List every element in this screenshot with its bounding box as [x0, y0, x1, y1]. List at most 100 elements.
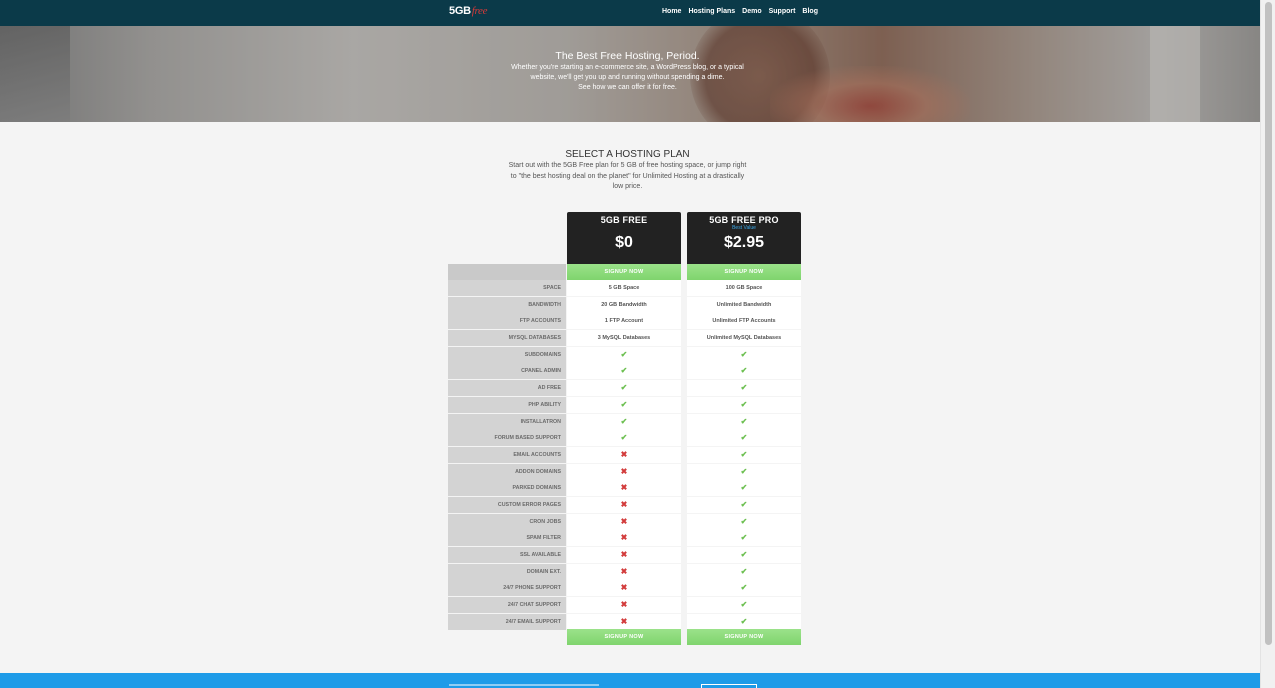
hero-banner: The Best Free Hosting, Period. Whether y… — [0, 26, 1260, 122]
check-icon: ✔ — [567, 346, 681, 363]
nav-links: Home Hosting Plans Demo Support Blog — [662, 8, 818, 15]
footer-text — [449, 684, 599, 686]
nav-blog[interactable]: Blog — [802, 8, 818, 15]
check-icon: ✔ — [687, 563, 801, 580]
plan-header-pro: 5GB FREE PRO Best Value $2.95 — [687, 212, 801, 264]
cross-icon: ✖ — [567, 580, 681, 597]
hero-line-2: website, we'll get you up and running wi… — [530, 74, 725, 81]
nav-support[interactable]: Support — [769, 8, 796, 15]
nav-demo[interactable]: Demo — [742, 8, 761, 15]
feature-label: SUBDOMAINS — [448, 346, 566, 363]
cross-icon: ✖ — [567, 530, 681, 547]
check-icon: ✔ — [687, 446, 801, 463]
section-subtitle: Start out with the 5GB Free plan for 5 G… — [495, 161, 760, 193]
check-icon: ✔ — [687, 363, 801, 380]
check-icon: ✔ — [687, 413, 801, 430]
feature-label: BANDWIDTH — [448, 296, 566, 313]
feature-label: FTP ACCOUNTS — [448, 313, 566, 330]
feature-label: PARKED DOMAINS — [448, 480, 566, 497]
check-icon: ✔ — [687, 480, 801, 497]
vertical-scrollbar[interactable] — [1260, 0, 1275, 688]
feature-label: FORUM BASED SUPPORT — [448, 430, 566, 447]
nav-hosting-plans[interactable]: Hosting Plans — [688, 8, 735, 15]
section-line-1: Start out with the 5GB Free plan for 5 G… — [508, 162, 747, 169]
feature-label: MYSQL DATABASES — [448, 330, 566, 347]
feature-label: 24/7 CHAT SUPPORT — [448, 597, 566, 614]
check-icon: ✔ — [687, 613, 801, 630]
cross-icon: ✖ — [567, 496, 681, 513]
top-navbar: 5GBfree Home Hosting Plans Demo Support … — [0, 0, 1260, 26]
cross-icon: ✖ — [567, 463, 681, 480]
plan-name: 5GB FREE PRO — [709, 215, 779, 225]
feature-value: 100 GB Space — [687, 280, 801, 296]
plan-tag — [567, 225, 681, 232]
feature-label: AD FREE — [448, 380, 566, 397]
check-icon: ✔ — [687, 496, 801, 513]
cross-icon: ✖ — [567, 513, 681, 530]
nav-home[interactable]: Home — [662, 8, 681, 15]
plan-header-free: 5GB FREE $0 — [567, 212, 681, 264]
feature-label: CUSTOM ERROR PAGES — [448, 496, 566, 513]
feature-label: PHP ABILITY — [448, 396, 566, 413]
feature-value: 5 GB Space — [567, 280, 681, 296]
check-icon: ✔ — [687, 396, 801, 413]
feature-label: 24/7 EMAIL SUPPORT — [448, 613, 566, 630]
cross-icon: ✖ — [567, 480, 681, 497]
feature-label: CPANEL ADMIN — [448, 363, 566, 380]
feature-label: EMAIL ACCOUNTS — [448, 446, 566, 463]
check-icon: ✔ — [687, 513, 801, 530]
feature-value: Unlimited FTP Accounts — [687, 313, 801, 330]
check-icon: ✔ — [687, 530, 801, 547]
signup-button-free-top[interactable]: SIGNUP NOW — [567, 264, 681, 280]
cross-icon: ✖ — [567, 446, 681, 463]
feature-value: Unlimited Bandwidth — [687, 296, 801, 313]
check-icon: ✔ — [567, 413, 681, 430]
check-icon: ✔ — [687, 547, 801, 563]
logo-text: 5GB — [449, 5, 471, 17]
footer-button[interactable] — [701, 684, 757, 688]
feature-label: ADDON DOMAINS — [448, 463, 566, 480]
check-icon: ✔ — [687, 463, 801, 480]
signup-button-free-bottom[interactable]: SIGNUP NOW — [567, 629, 681, 645]
label-column-header — [448, 264, 566, 280]
signup-button-pro-bottom[interactable]: SIGNUP NOW — [687, 629, 801, 645]
site-logo[interactable]: 5GBfree — [449, 5, 488, 17]
feature-value: 3 MySQL Databases — [567, 330, 681, 347]
footer-bar — [0, 673, 1260, 688]
check-icon: ✔ — [687, 430, 801, 447]
hero-title: The Best Free Hosting, Period. — [555, 50, 700, 62]
check-icon: ✔ — [687, 380, 801, 397]
feature-label: 24/7 PHONE SUPPORT — [448, 580, 566, 597]
cross-icon: ✖ — [567, 563, 681, 580]
plan-price: $2.95 — [723, 234, 765, 251]
section-title: SELECT A HOSTING PLAN — [565, 149, 690, 160]
check-icon: ✔ — [687, 346, 801, 363]
cross-icon: ✖ — [567, 613, 681, 630]
section-line-3: low price. — [612, 183, 643, 190]
feature-label: SPAM FILTER — [448, 530, 566, 547]
check-icon: ✔ — [687, 597, 801, 614]
check-icon: ✔ — [567, 363, 681, 380]
hero-line-3: See how we can offer it for free. — [578, 84, 677, 91]
check-icon: ✔ — [567, 380, 681, 397]
section-line-2: to "the best hosting deal on the planet"… — [510, 172, 745, 180]
feature-label: SSL AVAILABLE — [448, 547, 566, 563]
hero-line-1: Whether you're starting an e-commerce si… — [511, 64, 744, 71]
plan-price: $0 — [615, 234, 633, 251]
best-value-badge: Best Value — [732, 225, 756, 231]
check-icon: ✔ — [567, 430, 681, 447]
feature-value: 20 GB Bandwidth — [567, 296, 681, 313]
feature-label: INSTALLATRON — [448, 413, 566, 430]
scrollbar-thumb[interactable] — [1265, 2, 1272, 645]
check-icon: ✔ — [687, 580, 801, 597]
plan-name: 5GB FREE — [600, 215, 648, 225]
cross-icon: ✖ — [567, 597, 681, 614]
feature-label: DOMAIN EXT. — [448, 563, 566, 580]
signup-button-pro-top[interactable]: SIGNUP NOW — [687, 264, 801, 280]
check-icon: ✔ — [567, 396, 681, 413]
hero-subtitle: Whether you're starting an e-commerce si… — [0, 63, 1255, 93]
feature-value: Unlimited MySQL Databases — [687, 330, 801, 347]
feature-label: CRON JOBS — [448, 513, 566, 530]
cross-icon: ✖ — [567, 547, 681, 563]
feature-label: SPACE — [448, 280, 566, 296]
